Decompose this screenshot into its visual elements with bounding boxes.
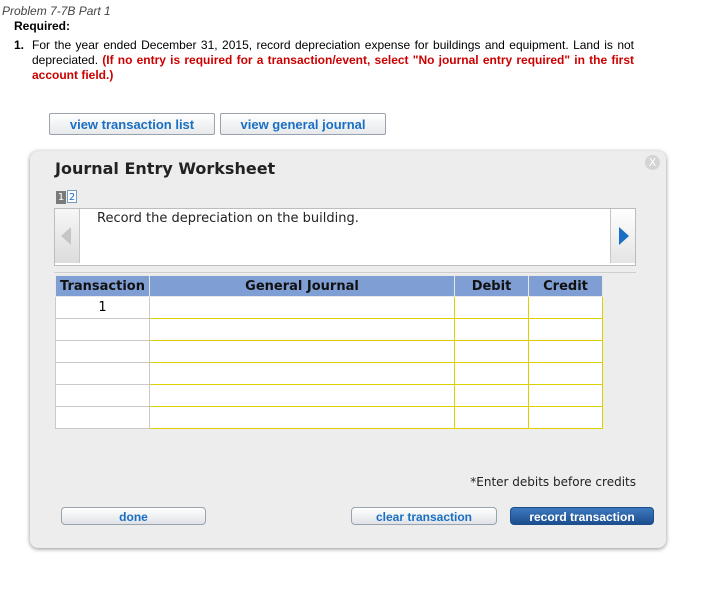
problem-title: Problem 7-7B Part 1 [2,4,111,18]
page-1-tab[interactable]: 1 [56,191,66,204]
view-general-journal-button[interactable]: view general journal [220,113,386,135]
credit-field[interactable] [528,362,603,385]
arrow-left-icon [61,227,71,245]
column-header-debit: Debit [454,275,529,297]
debit-field[interactable] [454,384,529,407]
transaction-number: 1 [55,296,150,319]
credit-field[interactable] [528,318,603,341]
previous-arrow-button[interactable] [55,209,80,263]
credit-field[interactable] [528,340,603,363]
table-row [55,318,603,341]
account-field[interactable] [149,340,455,363]
debit-field[interactable] [454,340,529,363]
account-field[interactable] [149,384,455,407]
view-transaction-list-button[interactable]: view transaction list [49,113,215,135]
credit-field[interactable] [528,406,603,429]
debits-before-credits-note: *Enter debits before credits [470,475,636,489]
clear-transaction-button[interactable]: clear transaction [351,507,497,525]
instructions: 1. For the year ended December 31, 2015,… [14,38,634,83]
debit-field[interactable] [454,296,529,319]
required-label: Required: [14,19,71,33]
page-2-tab[interactable]: 2 [67,190,77,203]
arrow-right-icon [619,227,629,245]
table-header-row: Transaction General Journal Debit Credit [55,275,603,297]
credit-field[interactable] [528,384,603,407]
account-field[interactable] [149,318,455,341]
record-transaction-button[interactable]: record transaction [510,507,654,525]
divider [54,272,636,273]
instruction-warning: (If no entry is required for a transacti… [32,53,634,82]
account-field[interactable] [149,296,455,319]
table-row [55,362,603,385]
journal-table: Transaction General Journal Debit Credit… [55,275,603,429]
page-selector: 12 [56,187,78,205]
transaction-number [55,362,150,385]
transaction-description: Record the depreciation on the building. [97,211,359,226]
table-row [55,406,603,429]
done-button[interactable]: done [61,507,206,525]
journal-entry-worksheet-panel: Journal Entry Worksheet X 12 Record the … [30,151,666,548]
column-header-general-journal: General Journal [149,275,455,297]
debit-field[interactable] [454,318,529,341]
worksheet-title: Journal Entry Worksheet [55,159,276,178]
next-arrow-button[interactable] [610,209,635,263]
instruction-body: For the year ended December 31, 2015, re… [32,38,634,83]
column-header-credit: Credit [528,275,603,297]
transaction-number [55,384,150,407]
table-row: 1 [55,296,603,319]
credit-field[interactable] [528,296,603,319]
table-row [55,384,603,407]
account-field[interactable] [149,362,455,385]
transaction-number [55,318,150,341]
debit-field[interactable] [454,406,529,429]
column-header-transaction: Transaction [55,275,150,297]
debit-field[interactable] [454,362,529,385]
transaction-number [55,340,150,363]
transaction-number [55,406,150,429]
transaction-description-box: Record the depreciation on the building. [54,208,636,266]
account-field[interactable] [149,406,455,429]
item-number: 1. [14,38,25,52]
table-row [55,340,603,363]
close-icon[interactable]: X [645,155,660,170]
